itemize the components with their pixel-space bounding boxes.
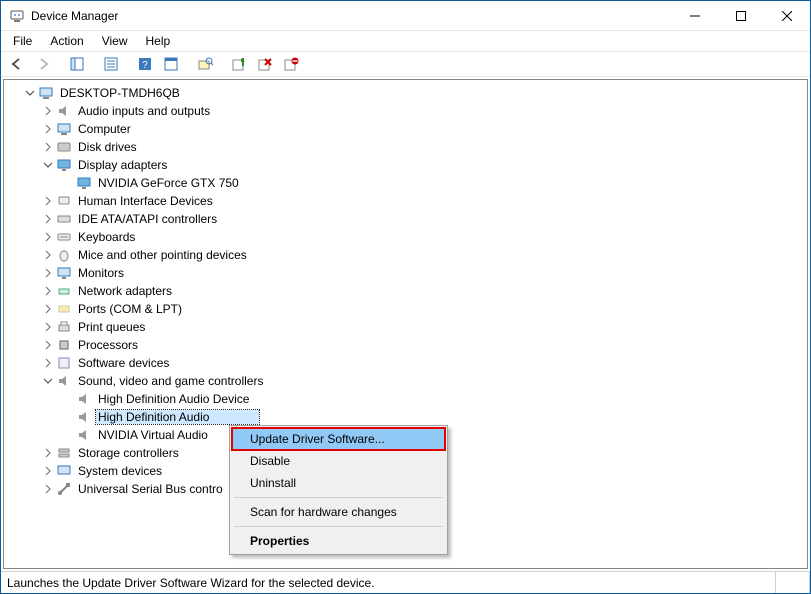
tree-item-display[interactable]: Display adapters (4, 156, 807, 174)
network-icon (56, 283, 72, 299)
minimize-button[interactable] (672, 1, 718, 31)
tree-item-gpu[interactable]: NVIDIA GeForce GTX 750 (4, 174, 807, 192)
display-icon (76, 175, 92, 191)
tree-item-disk[interactable]: Disk drives (4, 138, 807, 156)
speaker-icon (76, 409, 92, 425)
app-icon (9, 8, 25, 24)
context-disable[interactable]: Disable (232, 450, 445, 472)
disable-button[interactable] (279, 53, 303, 75)
ide-icon (56, 211, 72, 227)
chevron-right-icon[interactable] (40, 355, 56, 371)
chevron-right-icon[interactable] (40, 337, 56, 353)
tree-item-hda-selected[interactable]: High Definition Audio (4, 408, 807, 426)
computer-icon (56, 121, 72, 137)
chevron-right-icon[interactable] (40, 103, 56, 119)
back-button[interactable] (5, 53, 29, 75)
tree-root[interactable]: DESKTOP-TMDH6QB (4, 84, 807, 102)
computer-icon (38, 85, 54, 101)
tree-item-hid[interactable]: Human Interface Devices (4, 192, 807, 210)
menu-view[interactable]: View (94, 33, 136, 49)
chevron-right-icon[interactable] (40, 265, 56, 281)
update-driver-button[interactable] (227, 53, 251, 75)
tree-item-computer[interactable]: Computer (4, 120, 807, 138)
chevron-right-icon[interactable] (40, 247, 56, 263)
tree-item-mice[interactable]: Mice and other pointing devices (4, 246, 807, 264)
menu-help[interactable]: Help (138, 33, 179, 49)
chevron-right-icon[interactable] (40, 229, 56, 245)
cpu-icon (56, 337, 72, 353)
speaker-icon (56, 103, 72, 119)
toolbar: ? (1, 51, 810, 77)
action-placeholder-button[interactable] (159, 53, 183, 75)
storage-icon (56, 445, 72, 461)
speaker-icon (76, 427, 92, 443)
chevron-right-icon[interactable] (40, 463, 56, 479)
properties-button[interactable] (99, 53, 123, 75)
menu-action[interactable]: Action (42, 33, 91, 49)
tree-item-printq[interactable]: Print queues (4, 318, 807, 336)
tree-item-keyboards[interactable]: Keyboards (4, 228, 807, 246)
svg-text:?: ? (142, 60, 148, 71)
chevron-right-icon[interactable] (40, 283, 56, 299)
show-hide-tree-button[interactable] (65, 53, 89, 75)
software-icon (56, 355, 72, 371)
chevron-right-icon[interactable] (40, 193, 56, 209)
tree-item-softdev[interactable]: Software devices (4, 354, 807, 372)
chevron-right-icon[interactable] (40, 481, 56, 497)
tree-item-network[interactable]: Network adapters (4, 282, 807, 300)
port-icon (56, 301, 72, 317)
device-manager-window: Device Manager File Action View Help ? (0, 0, 811, 594)
scan-hardware-button[interactable] (193, 53, 217, 75)
tree-item-sound[interactable]: Sound, video and game controllers (4, 372, 807, 390)
tree-item-audio-io[interactable]: Audio inputs and outputs (4, 102, 807, 120)
status-spacer (776, 572, 810, 593)
context-update-driver[interactable]: Update Driver Software... (232, 428, 445, 450)
status-text: Launches the Update Driver Software Wiza… (1, 572, 776, 593)
display-icon (56, 157, 72, 173)
speaker-icon (56, 373, 72, 389)
chevron-right-icon[interactable] (40, 445, 56, 461)
tree-item-processors[interactable]: Processors (4, 336, 807, 354)
uninstall-button[interactable] (253, 53, 277, 75)
menu-file[interactable]: File (5, 33, 40, 49)
device-tree[interactable]: DESKTOP-TMDH6QB Audio inputs and outputs… (3, 79, 808, 569)
close-button[interactable] (764, 1, 810, 31)
printer-icon (56, 319, 72, 335)
context-properties[interactable]: Properties (232, 530, 445, 552)
context-uninstall[interactable]: Uninstall (232, 472, 445, 494)
content-area: DESKTOP-TMDH6QB Audio inputs and outputs… (1, 77, 810, 571)
tree-item-hda-device[interactable]: High Definition Audio Device (4, 390, 807, 408)
chevron-down-icon[interactable] (40, 157, 56, 173)
forward-button[interactable] (31, 53, 55, 75)
menu-separator (234, 497, 443, 498)
tree-item-ide[interactable]: IDE ATA/ATAPI controllers (4, 210, 807, 228)
context-scan[interactable]: Scan for hardware changes (232, 501, 445, 523)
disk-icon (56, 139, 72, 155)
chevron-right-icon[interactable] (40, 319, 56, 335)
system-icon (56, 463, 72, 479)
chevron-right-icon[interactable] (40, 121, 56, 137)
monitor-icon (56, 265, 72, 281)
hid-icon (56, 193, 72, 209)
statusbar: Launches the Update Driver Software Wiza… (1, 571, 810, 593)
maximize-button[interactable] (718, 1, 764, 31)
keyboard-icon (56, 229, 72, 245)
expander-icon[interactable] (22, 85, 38, 101)
usb-icon (56, 481, 72, 497)
help-button[interactable]: ? (133, 53, 157, 75)
tree-label: DESKTOP-TMDH6QB (58, 86, 182, 100)
chevron-right-icon[interactable] (40, 211, 56, 227)
context-menu: Update Driver Software... Disable Uninst… (229, 425, 448, 555)
tree-item-monitors[interactable]: Monitors (4, 264, 807, 282)
chevron-down-icon[interactable] (40, 373, 56, 389)
window-title: Device Manager (31, 9, 672, 23)
titlebar: Device Manager (1, 1, 810, 31)
tree-item-ports[interactable]: Ports (COM & LPT) (4, 300, 807, 318)
menu-separator (234, 526, 443, 527)
speaker-icon (76, 391, 92, 407)
menubar: File Action View Help (1, 31, 810, 51)
chevron-right-icon[interactable] (40, 301, 56, 317)
chevron-right-icon[interactable] (40, 139, 56, 155)
mouse-icon (56, 247, 72, 263)
